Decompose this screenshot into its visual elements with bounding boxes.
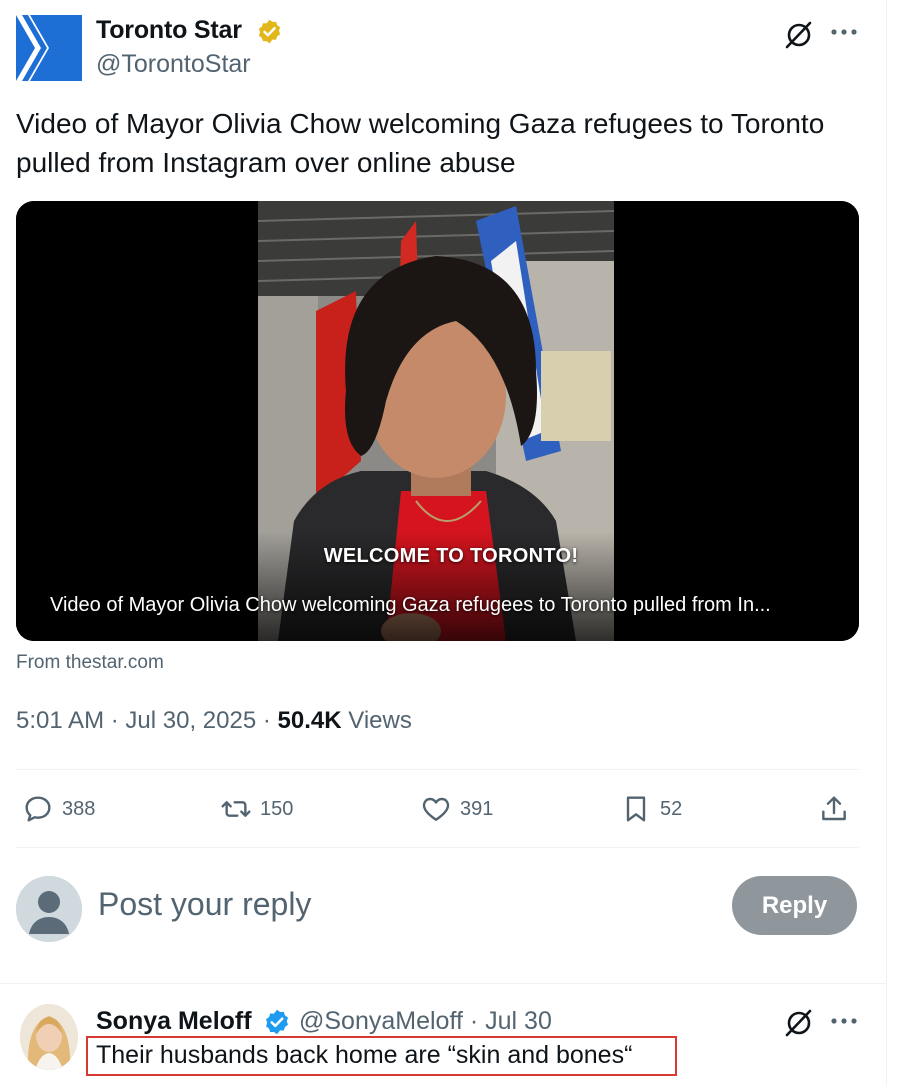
tweet-time[interactable]: 5:01 AM — [16, 707, 104, 734]
author-name[interactable]: Toronto Star — [96, 16, 242, 45]
reply-button[interactable]: Reply — [732, 876, 857, 935]
repost-icon — [221, 801, 251, 817]
reply-date[interactable]: Jul 30 — [485, 1007, 552, 1035]
grok-icon[interactable] — [783, 1006, 815, 1038]
video-thumbnail — [16, 201, 859, 641]
tweet-date[interactable]: Jul 30, 2025 — [125, 707, 256, 734]
bookmark-icon — [626, 796, 646, 822]
views-label: Views — [348, 707, 412, 734]
card-title[interactable]: Video of Mayor Olivia Chow welcoming Gaz… — [50, 594, 840, 617]
video-overlay-caption: WELCOME TO TORONTO! — [323, 545, 579, 567]
like-action[interactable]: 391 — [420, 790, 493, 828]
reply-author-handle[interactable]: @SonyaMeloff — [299, 1007, 463, 1035]
share-action[interactable] — [818, 790, 858, 828]
more-icon[interactable] — [830, 22, 858, 42]
divider — [0, 983, 886, 984]
divider — [16, 769, 859, 770]
toronto-star-logo[interactable] — [16, 15, 82, 81]
verified-blue-badge-icon[interactable] — [263, 1008, 291, 1036]
avatar[interactable] — [16, 876, 82, 942]
meta-separator: · — [262, 707, 278, 734]
tweet-text: Video of Mayor Olivia Chow welcoming Gaz… — [16, 108, 825, 178]
divider — [16, 847, 859, 848]
views-count: 50.4K — [277, 707, 342, 734]
bookmark-action[interactable]: 52 — [620, 790, 682, 828]
reply-text: Their husbands back home are “skin and b… — [96, 1041, 633, 1069]
share-icon — [822, 796, 846, 821]
reply-input[interactable]: Post your reply — [98, 886, 311, 923]
like-count: 391 — [460, 797, 494, 820]
verified-gold-badge-icon[interactable] — [256, 18, 283, 45]
repost-action[interactable]: 150 — [220, 790, 293, 828]
default-avatar-icon — [16, 876, 82, 942]
tweet-meta: 5:01 AM · Jul 30, 2025 · 50.4K Views — [16, 707, 412, 735]
author-handle[interactable]: @TorontoStar — [96, 50, 251, 79]
grok-icon[interactable] — [783, 18, 815, 50]
card-source[interactable]: From thestar.com — [16, 652, 164, 674]
link-card-video[interactable]: WELCOME TO TORONTO! Video of Mayor Olivi… — [16, 201, 859, 641]
reply-handle-date: @SonyaMeloff · Jul 30 — [299, 1007, 552, 1036]
more-icon[interactable] — [830, 1011, 858, 1031]
reply-avatar-image — [20, 1004, 78, 1070]
heart-icon — [422, 797, 450, 821]
bookmark-count: 52 — [660, 797, 683, 820]
reply-icon — [25, 796, 51, 822]
repost-count: 150 — [260, 797, 294, 820]
reply-action[interactable]: 388 — [22, 790, 95, 828]
timeline-border — [886, 0, 887, 1085]
reply-count: 388 — [62, 797, 96, 820]
avatar[interactable] — [20, 1004, 78, 1070]
reply-author-name[interactable]: Sonya Meloff — [96, 1007, 252, 1036]
meta-separator: · — [469, 1007, 486, 1035]
meta-separator: · — [110, 707, 126, 734]
